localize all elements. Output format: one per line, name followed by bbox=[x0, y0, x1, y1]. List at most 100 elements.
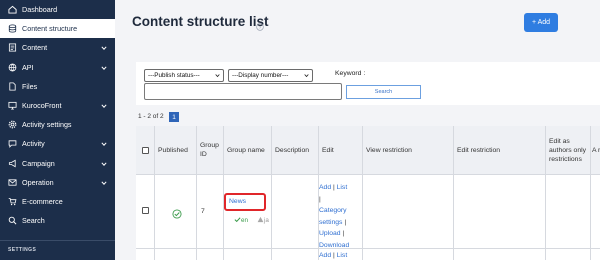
search-icon bbox=[8, 216, 17, 225]
publish-status-select[interactable]: ---Publish status--- bbox=[144, 69, 224, 82]
sidebar-item-activity[interactable]: Activity bbox=[0, 134, 115, 153]
sidebar-item-label: E-commerce bbox=[22, 196, 63, 206]
sidebar-item-label: Campaign bbox=[22, 158, 55, 168]
sidebar-item-files[interactable]: Files bbox=[0, 77, 115, 96]
chevron-down-icon bbox=[101, 64, 107, 70]
chevron-down-icon bbox=[101, 102, 107, 108]
edit-links: Add | List | Category settings | Upload … bbox=[319, 182, 359, 251]
document-icon bbox=[8, 43, 17, 52]
chevron-down-icon bbox=[101, 160, 107, 166]
column-divider bbox=[362, 126, 363, 260]
lang-ja-badge[interactable]: ja bbox=[257, 216, 269, 225]
sidebar-item-content[interactable]: Content bbox=[0, 38, 115, 57]
chevron-down-icon bbox=[101, 44, 107, 51]
column-divider bbox=[453, 126, 454, 260]
column-divider bbox=[154, 126, 155, 260]
column-divider bbox=[271, 126, 272, 260]
edit-link-upload[interactable]: Upload bbox=[319, 230, 341, 237]
chevron-down-icon bbox=[101, 179, 107, 185]
column-divider bbox=[196, 126, 197, 260]
database-icon bbox=[8, 24, 17, 33]
sidebar-item-label: Content bbox=[22, 43, 48, 53]
header-group-name[interactable]: Group name bbox=[223, 126, 271, 174]
published-check-icon bbox=[172, 206, 182, 219]
sidebar-item-label: Dashboard bbox=[22, 5, 58, 15]
bubble-icon bbox=[8, 139, 17, 149]
edit-link-add[interactable]: Add bbox=[319, 184, 331, 191]
edit-link-download[interactable]: Download bbox=[319, 242, 349, 249]
help-icon[interactable]: ? bbox=[256, 18, 264, 31]
file-icon bbox=[8, 82, 17, 91]
lang-ja-label: ja bbox=[264, 217, 269, 224]
group-id-cell: 7 bbox=[201, 208, 205, 215]
keyword-input[interactable] bbox=[144, 83, 342, 100]
sidebar-item-activity-settings[interactable]: Activity settings bbox=[0, 115, 115, 134]
search-button[interactable]: Search bbox=[346, 85, 421, 99]
row-checkbox[interactable] bbox=[142, 207, 149, 214]
column-divider bbox=[590, 126, 591, 260]
display-number-select[interactable]: ---Display number--- bbox=[228, 69, 313, 82]
envelope-icon bbox=[8, 178, 17, 187]
screen-icon bbox=[8, 101, 17, 110]
page-number-current[interactable]: 1 bbox=[169, 112, 179, 122]
edit-link-list[interactable]: List bbox=[337, 184, 348, 191]
header-edit: Edit bbox=[318, 126, 362, 174]
lang-en-badge[interactable]: en bbox=[234, 216, 248, 225]
sidebar-menu: Dashboard Content structure Content API File… bbox=[0, 0, 115, 230]
sidebar-item-campaign[interactable]: Campaign bbox=[0, 154, 115, 173]
select-all-checkbox[interactable] bbox=[142, 147, 149, 154]
sidebar-item-label: Operation bbox=[22, 177, 54, 187]
home-icon bbox=[8, 5, 17, 14]
sidebar-item-label: Files bbox=[22, 81, 38, 91]
sidebar-item-label: Content structure bbox=[22, 24, 78, 34]
gear-icon bbox=[8, 120, 17, 129]
sidebar-section-settings: SETTINGS bbox=[8, 247, 37, 253]
header-next-column: A r bbox=[590, 126, 600, 174]
sidebar-item-label: Activity bbox=[22, 139, 45, 149]
edit-link-add[interactable]: Add bbox=[319, 252, 331, 259]
header-description: Description bbox=[271, 126, 318, 174]
row-divider bbox=[136, 248, 600, 249]
page-title: Content structure list bbox=[132, 14, 269, 29]
sidebar-item-kurocofront[interactable]: KurocoFront bbox=[0, 96, 115, 115]
filter-panel: ---Publish status--- ---Display number--… bbox=[136, 62, 600, 105]
sidebar-item-e-commerce[interactable]: E-commerce bbox=[0, 192, 115, 211]
chevron-down-icon bbox=[101, 140, 107, 147]
sidebar-item-operation[interactable]: Operation bbox=[0, 173, 115, 192]
chevron-down-icon bbox=[215, 73, 220, 78]
sidebar-divider bbox=[0, 240, 115, 241]
sidebar-item-label: KurocoFront bbox=[22, 101, 62, 111]
sidebar-item-dashboard[interactable]: Dashboard bbox=[0, 0, 115, 19]
header-view-restriction: View restriction bbox=[362, 126, 453, 174]
chevron-down-icon bbox=[304, 73, 309, 78]
svg-text:?: ? bbox=[259, 25, 262, 31]
row-divider bbox=[136, 174, 600, 175]
publish-status-value: ---Publish status--- bbox=[148, 72, 200, 79]
warning-icon bbox=[257, 216, 264, 225]
megaphone-icon bbox=[8, 159, 17, 168]
header-group-id[interactable]: Group ID bbox=[196, 126, 223, 174]
sidebar: Dashboard Content structure Content API File… bbox=[0, 0, 115, 260]
edit-link-list[interactable]: List bbox=[337, 252, 348, 259]
cart-icon bbox=[8, 197, 17, 206]
sidebar-item-search[interactable]: Search bbox=[0, 211, 115, 230]
lang-en-label: en bbox=[241, 217, 249, 224]
main-content: Content structure list ? + Add ---Publis… bbox=[115, 0, 600, 260]
add-button[interactable]: + Add bbox=[524, 13, 558, 32]
sidebar-item-label: API bbox=[22, 62, 34, 72]
link-separator: | bbox=[319, 195, 321, 203]
display-number-value: ---Display number--- bbox=[232, 72, 289, 79]
result-count: 1 - 2 of 2 bbox=[138, 113, 164, 120]
sidebar-item-api[interactable]: API bbox=[0, 58, 115, 77]
link-separator: | bbox=[342, 218, 347, 226]
edit-links: Add | List bbox=[319, 252, 347, 259]
header-authors-only-restrictions: Edit as authors only restrictions bbox=[545, 126, 590, 174]
header-published: Published bbox=[154, 126, 196, 174]
sidebar-item-content-structure[interactable]: Content structure bbox=[0, 19, 115, 39]
check-icon bbox=[234, 216, 241, 225]
sidebar-item-label: Activity settings bbox=[22, 120, 72, 130]
keyword-label: Keyword : bbox=[335, 70, 366, 77]
sidebar-item-label: Search bbox=[22, 216, 45, 226]
header-edit-restriction: Edit restriction bbox=[453, 126, 545, 174]
group-name-link[interactable]: News bbox=[229, 198, 246, 205]
